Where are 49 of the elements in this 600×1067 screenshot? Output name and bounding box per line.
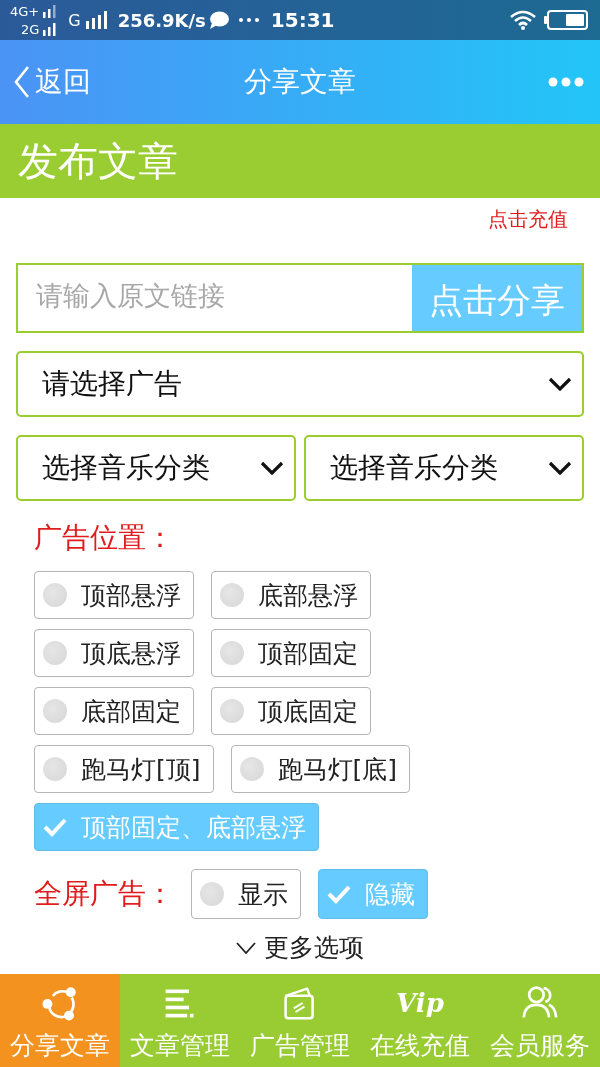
radio-circle-icon: [43, 757, 67, 781]
chevron-down-icon: [260, 461, 284, 475]
radio-circle-icon: [43, 699, 67, 723]
radio-circle-icon: [200, 882, 224, 906]
music-category-dropdown[interactable]: 选择音乐分类: [304, 435, 584, 501]
radio-circle-icon: [43, 583, 67, 607]
chevron-down-icon: [548, 461, 572, 475]
more-options-toggle[interactable]: 更多选项: [236, 931, 364, 964]
more-icon[interactable]: [548, 77, 584, 87]
fullscreen-ad-label: 全屏广告：: [34, 876, 174, 912]
radio-circle-icon: [239, 757, 264, 781]
signal-icon: [85, 11, 108, 29]
header-title: 发布文章: [18, 137, 178, 185]
fullscreen-ad-option[interactable]: 显示: [191, 869, 301, 919]
ad-select-dropdown[interactable]: 请选择广告: [16, 351, 584, 417]
vip-icon: Vip: [396, 985, 444, 1021]
chat-bubble-icon: [208, 11, 229, 29]
checkmark-icon: [327, 884, 351, 904]
network-type: G: [68, 10, 81, 30]
battery-icon: [544, 10, 588, 30]
chevron-left-icon: [14, 65, 30, 99]
network-type: 2G: [20, 22, 40, 36]
ad-position-option[interactable]: 底部悬浮: [211, 571, 371, 619]
radio-circle-icon: [220, 583, 244, 607]
radio-circle-icon: [220, 699, 244, 723]
ad-position-option[interactable]: 顶底悬浮: [34, 629, 194, 677]
ad-position-option[interactable]: 顶部悬浮: [34, 571, 194, 619]
network-type: 4G+: [10, 4, 40, 18]
page-title: 分享文章: [243, 64, 357, 100]
recharge-link[interactable]: 点击充值: [488, 206, 568, 233]
more-dots-icon: [238, 18, 259, 22]
share-icon: [42, 985, 78, 1021]
music-category-dropdown[interactable]: 选择音乐分类: [16, 435, 296, 501]
clock: 15:31: [270, 8, 335, 32]
ad-position-option[interactable]: 底部固定: [34, 687, 194, 735]
ad-position-label: 广告位置：: [34, 520, 174, 556]
chevron-down-icon: [548, 377, 572, 391]
wifi-icon: [510, 10, 536, 30]
radio-circle-icon: [43, 641, 67, 665]
ad-position-option[interactable]: 顶底固定: [211, 687, 371, 735]
ad-position-option[interactable]: 跑马灯[底]: [230, 745, 411, 793]
checkmark-icon: [43, 817, 67, 837]
chevron-down-icon: [236, 941, 256, 954]
signal-icon: [42, 4, 59, 18]
radio-circle-icon: [220, 641, 244, 665]
network-speed: 256.9K/s: [117, 9, 206, 31]
ad-position-option[interactable]: 跑马灯[顶]: [34, 745, 214, 793]
ad-position-option[interactable]: 顶部固定: [211, 629, 371, 677]
signal-icon: [42, 22, 59, 36]
